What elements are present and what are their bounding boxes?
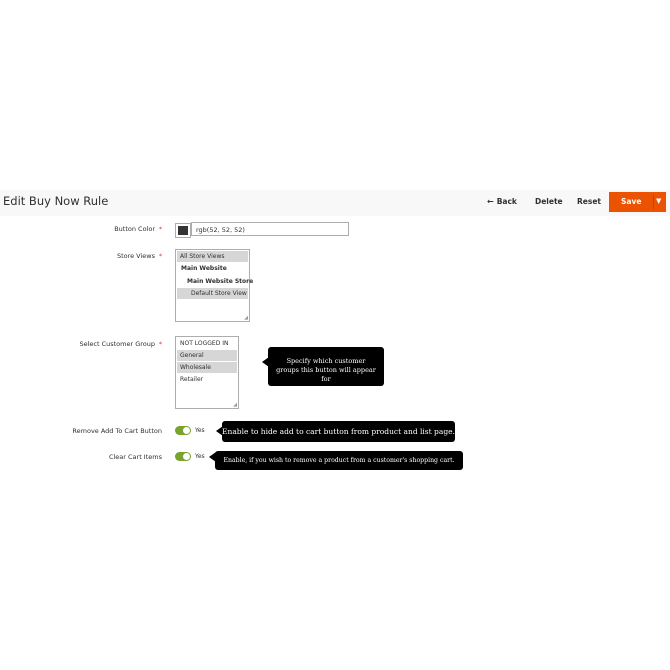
store-views-select[interactable]: All Store Views Main Website Main Websit… — [175, 249, 253, 322]
page-title: Edit Buy Now Rule — [3, 194, 109, 208]
toggle-knob — [183, 453, 190, 460]
save-dropdown-caret-icon[interactable]: ▼ — [656, 197, 661, 205]
remove-add-to-cart-toggle[interactable] — [175, 426, 191, 435]
back-arrow-icon: ← — [487, 197, 494, 206]
customer-group-select[interactable]: NOT LOGGED IN General Wholesale Retailer… — [175, 336, 239, 409]
toggle-knob — [183, 427, 190, 434]
customer-group-option[interactable]: Wholesale — [177, 362, 237, 373]
store-view-option[interactable]: Main Website Store — [177, 276, 253, 287]
resize-handle-icon[interactable]: ◢ — [244, 315, 248, 321]
color-swatch-fill — [178, 226, 188, 235]
color-swatch[interactable] — [175, 223, 191, 238]
button-color-label: Button Color * — [114, 225, 162, 233]
customer-group-option[interactable]: General — [177, 350, 237, 361]
button-color-input[interactable]: rgb(52, 52, 52) — [191, 222, 349, 236]
store-view-option[interactable]: All Store Views — [177, 251, 248, 262]
back-button[interactable]: ← Back — [487, 197, 517, 206]
clear-cart-tooltip: Enable, if you wish to remove a product … — [215, 451, 463, 470]
remove-add-to-cart-tooltip: Enable to hide add to cart button from p… — [222, 421, 455, 442]
remove-add-to-cart-label: Remove Add To Cart Button — [72, 427, 162, 435]
customer-group-option[interactable]: NOT LOGGED IN — [177, 338, 237, 349]
required-marker: * — [159, 341, 162, 348]
back-label: Back — [496, 197, 517, 206]
required-marker: * — [159, 253, 162, 260]
clear-cart-value: Yes — [195, 453, 205, 460]
save-button[interactable]: Save ▼ — [609, 192, 666, 212]
resize-handle-icon[interactable]: ◢ — [233, 402, 237, 408]
remove-add-to-cart-value: Yes — [195, 427, 205, 434]
save-divider — [653, 195, 654, 209]
store-views-label: Store Views * — [116, 252, 162, 260]
customer-group-tooltip: Specify which customer groups this butto… — [268, 347, 384, 386]
save-label: Save — [621, 197, 642, 206]
reset-button[interactable]: Reset — [577, 197, 601, 206]
clear-cart-label: Clear Cart Items — [108, 453, 162, 461]
required-marker: * — [159, 226, 162, 233]
store-view-option[interactable]: Main Website — [177, 263, 248, 274]
store-view-option[interactable]: Default Store View — [177, 288, 248, 299]
customer-group-label: Select Customer Group * — [79, 340, 162, 348]
clear-cart-toggle[interactable] — [175, 452, 191, 461]
delete-button[interactable]: Delete — [535, 197, 563, 206]
customer-group-option[interactable]: Retailer — [177, 374, 237, 385]
